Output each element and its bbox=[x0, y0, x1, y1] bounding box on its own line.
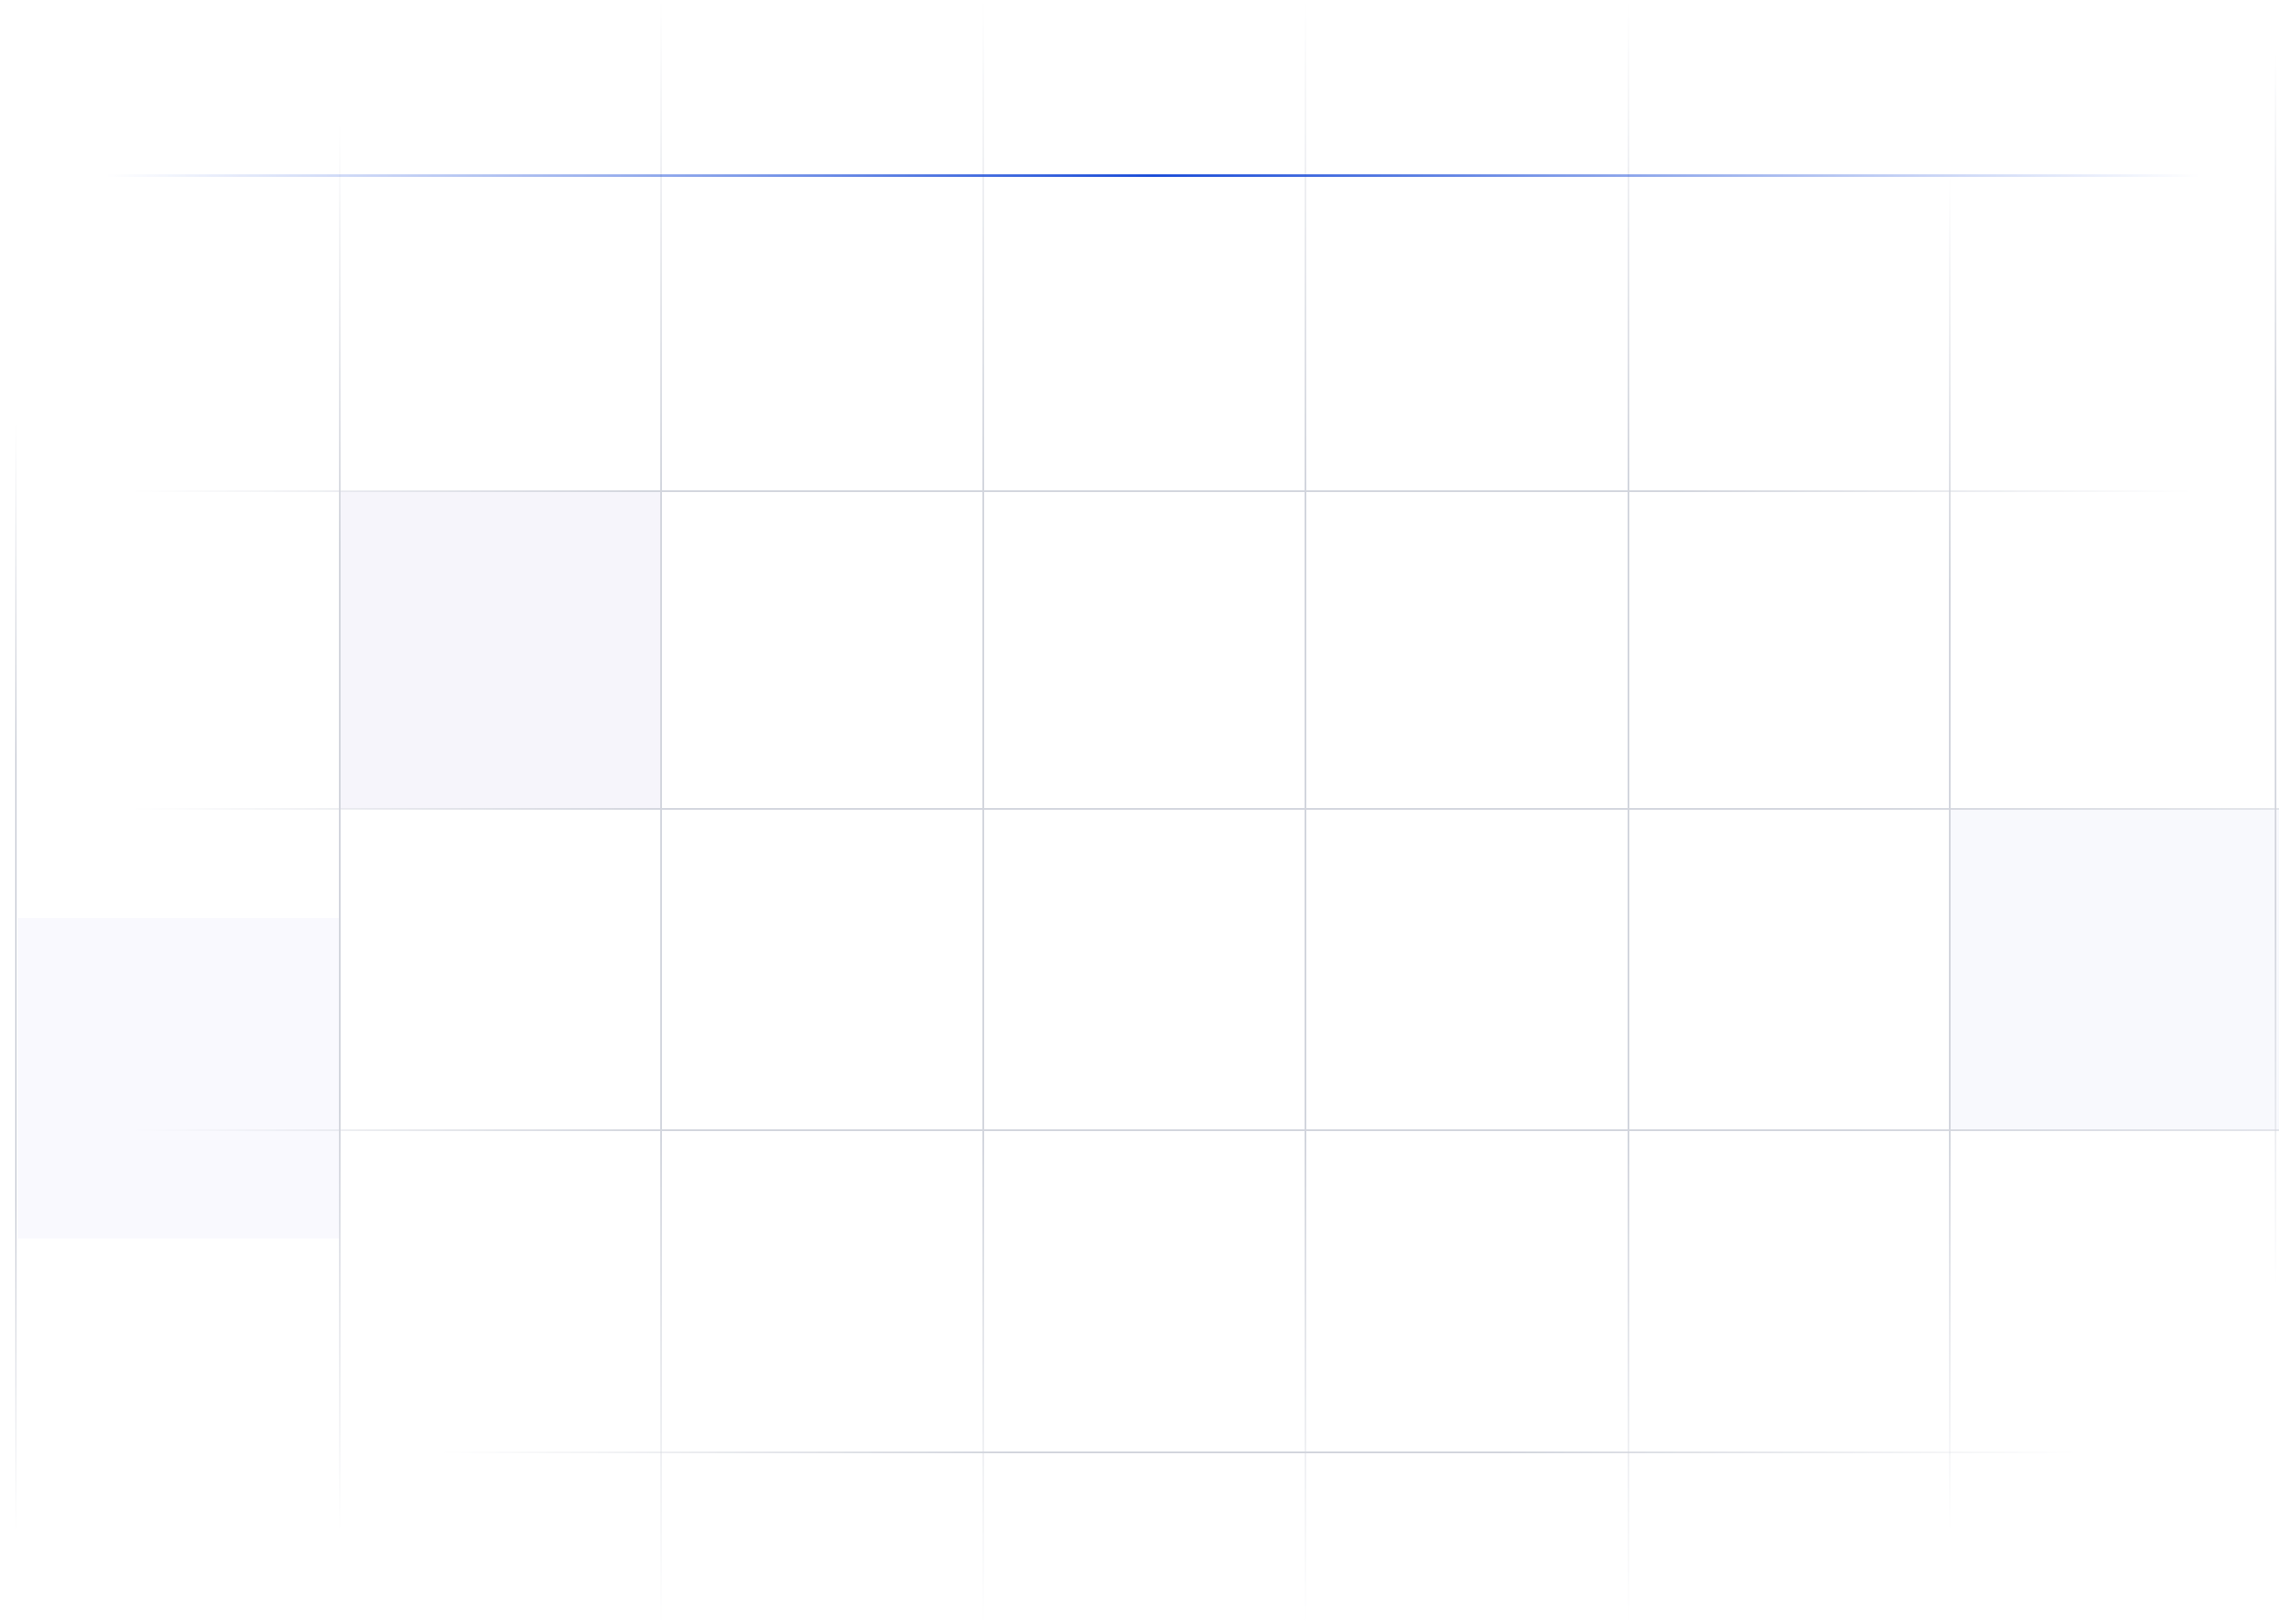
grid-line-horizontal bbox=[132, 1129, 2279, 1131]
grid-line-vertical bbox=[1628, 0, 1629, 1624]
grid-line-vertical bbox=[1949, 176, 1951, 1532]
grid-line-horizontal bbox=[132, 490, 2192, 492]
cell-tint-blue bbox=[1950, 809, 2279, 1130]
top-accent-line bbox=[106, 174, 2201, 177]
grid-line-vertical bbox=[2275, 53, 2276, 1285]
cell-tint-lavender bbox=[340, 491, 661, 809]
grid-line-vertical bbox=[339, 123, 341, 1532]
grid-line-horizontal bbox=[132, 808, 2279, 810]
grid-line-vertical bbox=[660, 0, 662, 1624]
grid-line-horizontal bbox=[440, 1451, 2077, 1453]
cell-tint-lilac bbox=[18, 918, 340, 1238]
grid-line-vertical bbox=[1305, 0, 1306, 1624]
grid-line-vertical bbox=[982, 0, 984, 1624]
grid-line-vertical bbox=[15, 423, 17, 1532]
decorative-grid-background bbox=[0, 0, 2279, 1624]
